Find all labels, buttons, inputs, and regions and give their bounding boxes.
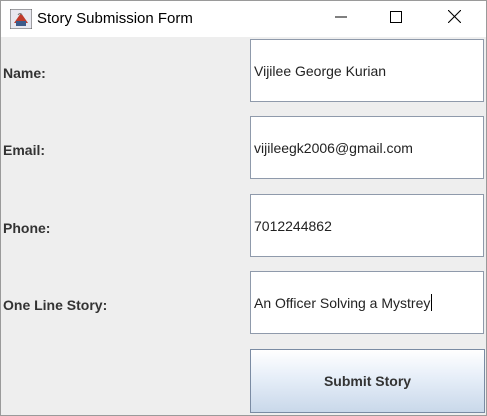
name-label: Name:	[3, 65, 46, 81]
story-field-value: An Officer Solving a Mystrey	[254, 294, 431, 311]
phone-field-value: 7012244862	[254, 217, 332, 234]
window-title: Story Submission Form	[37, 10, 193, 27]
maximize-icon	[390, 10, 402, 28]
form-panel: Name: Vijilee George Kurian Email: vijil…	[1, 37, 486, 415]
minimize-icon	[335, 10, 347, 28]
name-field[interactable]: Vijilee George Kurian	[250, 39, 484, 102]
email-field-value: vijileegk2006@gmail.com	[254, 139, 413, 156]
text-caret	[431, 294, 433, 311]
story-field[interactable]: An Officer Solving a Mystrey	[250, 271, 484, 334]
title-bar[interactable]: Story Submission Form	[1, 1, 486, 37]
submit-story-button[interactable]: Submit Story	[250, 349, 485, 413]
minimize-button[interactable]	[312, 1, 370, 37]
submit-button-label: Submit Story	[323, 373, 412, 389]
close-button[interactable]	[425, 1, 483, 37]
email-field[interactable]: vijileegk2006@gmail.com	[250, 116, 484, 179]
phone-field[interactable]: 7012244862	[250, 194, 484, 257]
story-label: One Line Story:	[3, 297, 108, 313]
java-cup-icon	[9, 8, 33, 30]
email-label: Email:	[3, 142, 46, 158]
close-icon	[447, 9, 461, 28]
phone-label: Phone:	[3, 220, 51, 236]
maximize-button[interactable]	[367, 1, 425, 37]
app-window: Story Submission Form Name: Vijilee Geor…	[0, 0, 487, 416]
name-field-value: Vijilee George Kurian	[254, 62, 387, 79]
